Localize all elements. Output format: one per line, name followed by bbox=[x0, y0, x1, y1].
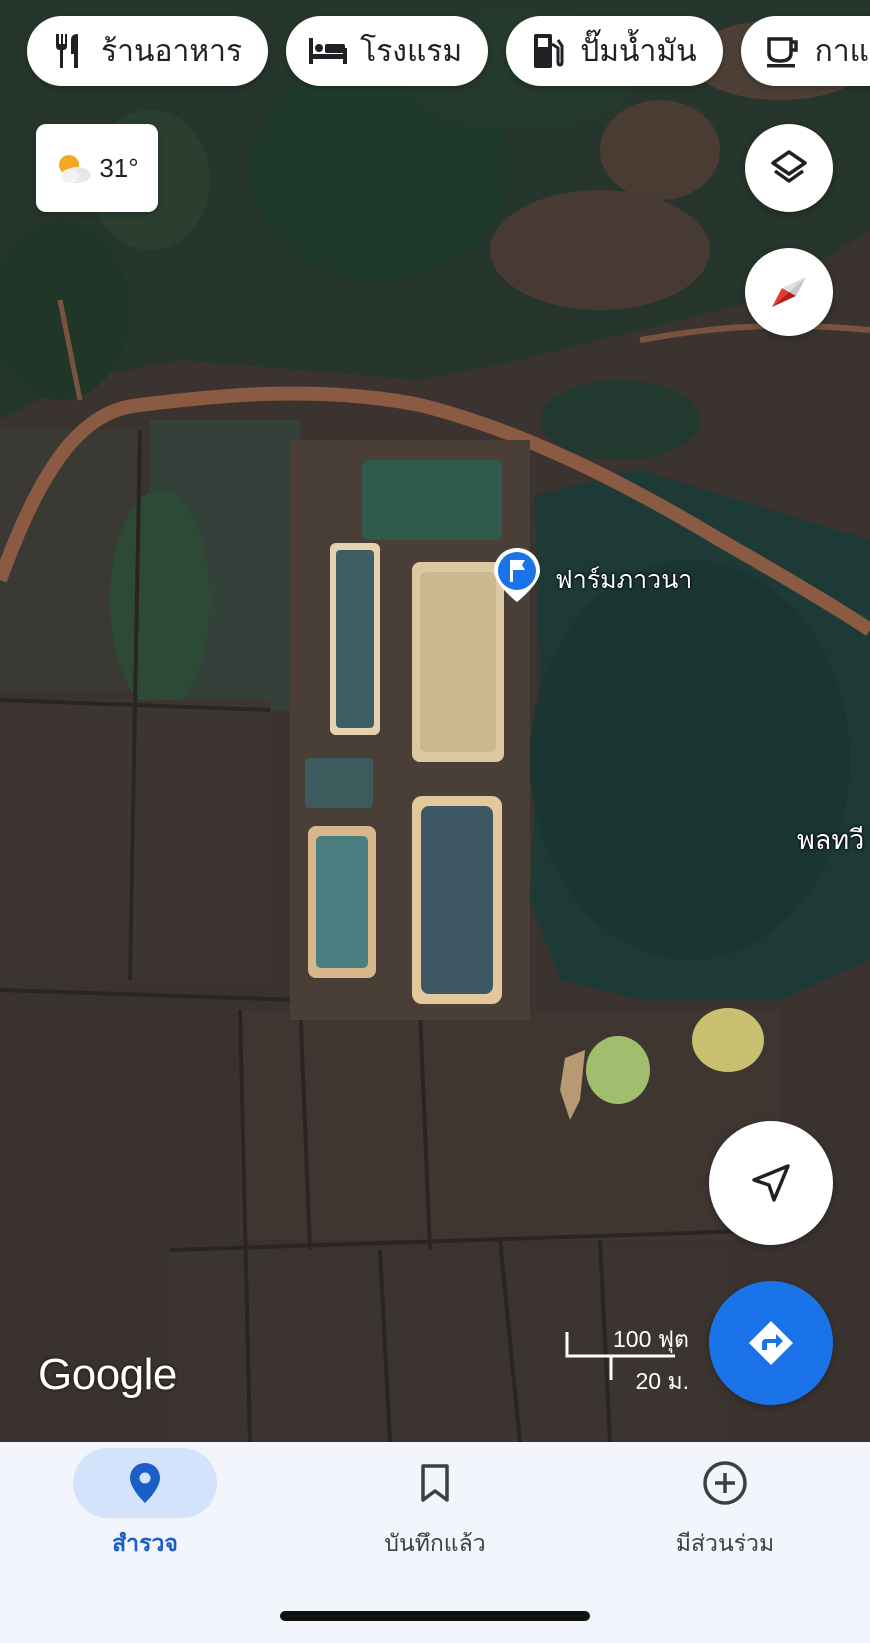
tab-explore[interactable]: สำรวจ bbox=[35, 1442, 255, 1562]
partly-cloudy-icon bbox=[59, 155, 92, 183]
directions-icon bbox=[749, 1321, 793, 1365]
map-scale: 100 ฟุต 20 ม. bbox=[565, 1322, 689, 1394]
chip-label: กาแฟ bbox=[814, 34, 870, 68]
chip-label: ปั๊มน้ำมัน bbox=[580, 34, 697, 68]
temperature-text: 31° bbox=[99, 152, 139, 183]
tab-saved[interactable]: บันทึกแล้ว bbox=[325, 1442, 545, 1562]
scale-metric: 20 ม. bbox=[635, 1368, 689, 1394]
layers-icon bbox=[771, 150, 807, 183]
tab-label: สำรวจ bbox=[112, 1530, 178, 1556]
add-circle-icon bbox=[703, 1461, 747, 1505]
chip-coffee[interactable]: กาแฟ bbox=[740, 16, 870, 86]
tab-label: มีส่วนร่วม bbox=[675, 1530, 775, 1556]
compass-button[interactable] bbox=[745, 248, 833, 336]
place-label[interactable]: ฟาร์มภาวนา bbox=[555, 560, 692, 600]
home-indicator[interactable] bbox=[280, 1611, 590, 1621]
scale-imperial: 100 ฟุต bbox=[613, 1326, 689, 1352]
active-indicator bbox=[73, 1448, 217, 1518]
chip-gas-stations[interactable]: ปั๊มน้ำมัน bbox=[506, 16, 723, 86]
tab-label: บันทึกแล้ว bbox=[384, 1530, 486, 1556]
satellite-map[interactable]: ร้านอาหาร โรงแรม ปั๊มน้ำมัน กาแฟ 31° bbox=[0, 0, 870, 1442]
google-logo: Google bbox=[38, 1350, 177, 1399]
bed-icon bbox=[308, 31, 348, 71]
area-label: พลทวี bbox=[797, 825, 865, 855]
navigation-arrow-icon bbox=[752, 1164, 790, 1202]
directions-button[interactable] bbox=[709, 1281, 833, 1405]
bookmark-icon bbox=[421, 1464, 449, 1502]
weather-badge[interactable]: 31° bbox=[36, 124, 158, 212]
compass-icon bbox=[772, 277, 806, 307]
gas-pump-icon bbox=[528, 31, 568, 71]
my-location-button[interactable] bbox=[709, 1121, 833, 1245]
fork-knife-icon bbox=[49, 31, 89, 71]
layers-button[interactable] bbox=[745, 124, 833, 212]
chip-label: โรงแรม bbox=[360, 34, 463, 68]
coffee-cup-icon bbox=[763, 31, 803, 71]
tab-contribute[interactable]: มีส่วนร่วม bbox=[615, 1442, 835, 1562]
chip-label: ร้านอาหาร bbox=[101, 34, 243, 68]
place-marker-icon[interactable] bbox=[492, 546, 542, 604]
chip-restaurants[interactable]: ร้านอาหาร bbox=[27, 16, 269, 86]
location-pin-icon bbox=[130, 1463, 160, 1503]
category-chips: ร้านอาหาร โรงแรม ปั๊มน้ำมัน กาแฟ bbox=[27, 16, 870, 86]
chip-hotels[interactable]: โรงแรม bbox=[286, 16, 489, 86]
